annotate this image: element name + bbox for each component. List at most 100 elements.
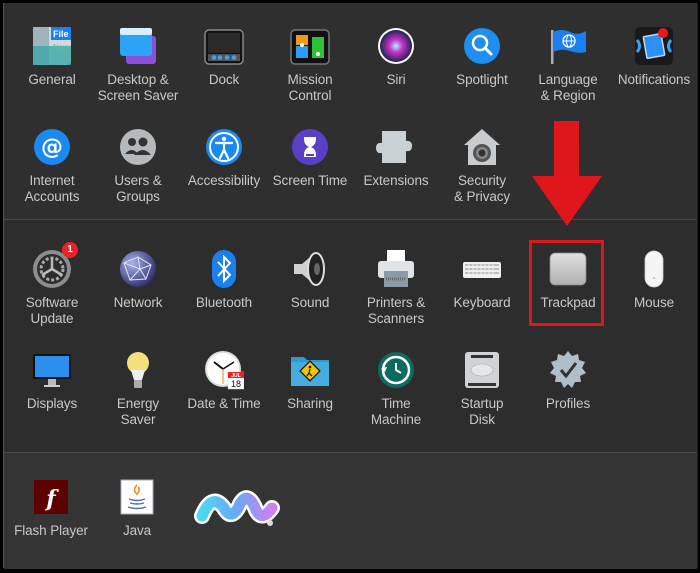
pane-mouse[interactable]: Mouse	[611, 249, 697, 311]
svg-text:File: File	[53, 29, 69, 39]
pane-label: Flash Player	[14, 523, 88, 538]
annotation-arrow	[532, 121, 602, 229]
security-privacy-icon	[462, 127, 502, 167]
sharing-icon	[290, 350, 330, 390]
pane-general[interactable]: File New General	[9, 26, 95, 88]
date-time-icon: JUL 18	[204, 350, 244, 390]
pane-label: Sharing	[287, 396, 333, 411]
pane-label: Spotlight	[456, 72, 508, 87]
profiles-icon	[548, 350, 588, 390]
pane-time-machine[interactable]: Time Machine	[353, 350, 439, 427]
pane-label: Bluetooth	[195, 295, 253, 310]
pane-startup-disk[interactable]: Startup Disk	[439, 350, 525, 427]
pane-label: Desktop & Screen Saver	[97, 72, 179, 103]
pane-label: Displays	[26, 396, 78, 411]
startup-disk-icon	[462, 350, 502, 390]
pane-label: Notifications	[617, 72, 691, 87]
calendar-day: 18	[231, 379, 241, 389]
pane-label: Screen Time	[272, 173, 348, 188]
flash-player-icon: f	[31, 477, 71, 517]
pane-label: Printers & Scanners	[366, 295, 426, 326]
notifications-icon	[634, 26, 674, 66]
pane-label: Sound	[290, 295, 330, 310]
pane-bluetooth[interactable]: Bluetooth	[181, 249, 267, 311]
pane-label: Startup Disk	[460, 396, 504, 427]
pane-users-groups[interactable]: Users & Groups	[95, 127, 181, 204]
software-update-icon: 1	[32, 242, 78, 289]
svg-text:@: @	[41, 135, 63, 160]
desktop-screen-saver-icon	[118, 26, 158, 66]
java-icon	[117, 477, 157, 517]
pane-mission-control[interactable]: Mission Control	[267, 26, 353, 103]
language-region-icon	[548, 26, 588, 66]
pane-label: Profiles	[545, 396, 591, 411]
pane-label: Security & Privacy	[453, 173, 511, 204]
pane-label: Mission Control	[287, 72, 333, 103]
keyboard-icon	[462, 249, 502, 289]
pane-java[interactable]: Java	[94, 477, 180, 539]
printer-icon	[376, 249, 416, 289]
displays-icon	[32, 350, 72, 390]
pane-label: Extensions	[363, 173, 429, 188]
pane-label: Siri	[386, 72, 406, 87]
spotlight-icon	[462, 26, 502, 66]
pane-spotlight[interactable]: Spotlight	[439, 26, 525, 88]
pane-label: Dock	[208, 72, 240, 87]
pane-label: Software Update	[25, 295, 79, 326]
trackpad-highlight-box	[529, 240, 604, 326]
pane-profiles[interactable]: Profiles	[525, 350, 611, 412]
brand-logo-icon	[194, 486, 284, 530]
pane-printers-scanners[interactable]: Printers & Scanners	[353, 249, 439, 326]
pane-label: Accessibility	[187, 173, 261, 188]
system-preferences-window: File New General Desktop & Screen Saver D…	[3, 3, 698, 569]
pane-label: Time Machine	[370, 396, 422, 427]
pane-label: Language & Region	[538, 72, 598, 103]
pane-extensions[interactable]: Extensions	[353, 127, 439, 189]
pane-accessibility[interactable]: Accessibility	[181, 127, 267, 189]
pane-network[interactable]: Network	[95, 249, 181, 311]
pane-screen-time[interactable]: Screen Time	[267, 127, 353, 189]
sound-icon	[290, 249, 330, 289]
pane-label: Energy Saver	[116, 396, 160, 427]
pane-sharing[interactable]: Sharing	[267, 350, 353, 412]
pane-energy-saver[interactable]: Energy Saver	[95, 350, 181, 427]
svg-text:New: New	[53, 43, 69, 52]
pane-displays[interactable]: Displays	[9, 350, 95, 412]
dock-icon	[204, 26, 244, 66]
screen-time-icon	[290, 127, 330, 167]
energy-saver-icon	[118, 350, 158, 390]
pane-keyboard[interactable]: Keyboard	[439, 249, 525, 311]
update-count-badge: 1	[62, 242, 78, 258]
pane-internet-accounts[interactable]: @ Internet Accounts	[9, 127, 95, 204]
pane-label: Users & Groups	[114, 173, 162, 204]
extensions-icon	[376, 127, 416, 167]
pane-security-privacy[interactable]: Security & Privacy	[439, 127, 525, 204]
pane-label: Network	[113, 295, 163, 310]
internet-accounts-icon: @	[32, 127, 72, 167]
pane-software-update[interactable]: 1 Software Update	[9, 242, 95, 326]
mission-control-icon	[290, 26, 330, 66]
pane-dock[interactable]: Dock	[181, 26, 267, 88]
pane-language-region[interactable]: Language & Region	[525, 26, 611, 103]
pane-notifications[interactable]: Notifications	[611, 26, 697, 88]
pane-desktop-screen-saver[interactable]: Desktop & Screen Saver	[95, 26, 181, 103]
pane-label: Date & Time	[187, 396, 261, 411]
pane-siri[interactable]: Siri	[353, 26, 439, 88]
network-icon	[118, 249, 158, 289]
time-machine-icon	[376, 350, 416, 390]
pane-label: General	[28, 72, 76, 87]
other-section: f Flash Player Java	[4, 452, 697, 569]
accessibility-icon	[204, 127, 244, 167]
siri-icon	[376, 26, 416, 66]
pane-date-time[interactable]: JUL 18 Date & Time	[181, 350, 267, 412]
pane-sound[interactable]: Sound	[267, 249, 353, 311]
pane-label: Internet Accounts	[24, 173, 80, 204]
general-icon: File New	[32, 26, 72, 66]
pane-label: Keyboard	[453, 295, 511, 310]
pane-label: Mouse	[633, 295, 675, 310]
bluetooth-icon	[204, 249, 244, 289]
users-groups-icon	[118, 127, 158, 167]
pane-label: Java	[122, 523, 152, 538]
mouse-icon	[634, 249, 674, 289]
pane-flash-player[interactable]: f Flash Player	[8, 477, 94, 539]
